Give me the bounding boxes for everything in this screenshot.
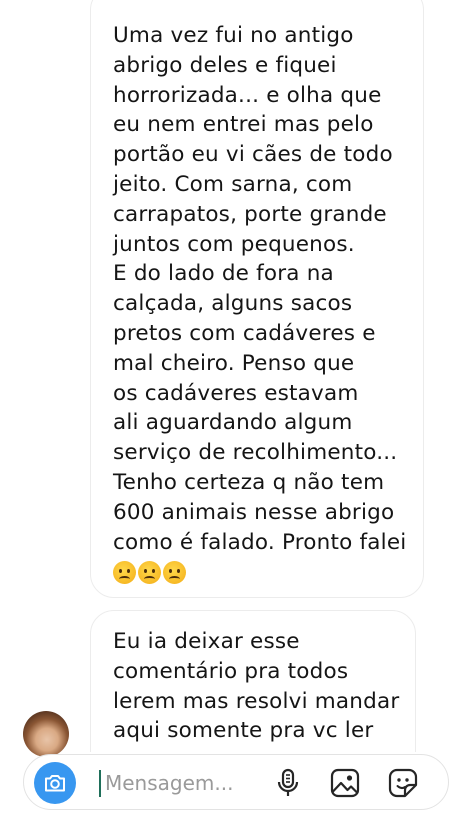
- message-line: horrorizada... e olha que: [113, 82, 382, 108]
- message-bubble[interactable]: Uma vez fui no antigo abrigo deles e fiq…: [90, 0, 424, 598]
- message-thread[interactable]: Uma vez fui no antigo abrigo deles e fiq…: [0, 0, 472, 752]
- message-line: juntos com pequenos.: [113, 231, 355, 257]
- emoji-row: [113, 561, 423, 585]
- message-line: mal cheiro. Penso que: [113, 350, 355, 376]
- message-line: lerem mas resolvi mandar: [113, 688, 400, 714]
- message-line: jeito. Com sarna, com: [113, 171, 353, 197]
- sticker-icon: [388, 768, 418, 798]
- message-line: abrigo deles e fiquei: [113, 52, 337, 78]
- message-line: os cadáveres estavam: [113, 380, 359, 406]
- message-line: Tenho certeza q não tem: [113, 469, 385, 495]
- message-line: Uma vez fui no antigo: [113, 23, 354, 48]
- microphone-icon: [277, 768, 299, 796]
- message-line: eu nem entrei mas pelo: [113, 112, 374, 138]
- gallery-icon: [330, 768, 360, 798]
- message-line: pretos com cadáveres e: [113, 320, 376, 346]
- frowning-face-icon: [138, 561, 161, 585]
- message-line: serviço de recolhimento...: [113, 440, 398, 466]
- frowning-face-icon: [113, 561, 136, 585]
- message-line: como é falado. Pronto falei: [113, 529, 407, 555]
- message-line: calçada, alguns sacos: [113, 291, 353, 317]
- message-line: Eu ia deixar esse: [113, 629, 300, 654]
- message-line: carrapatos, porte grande: [113, 201, 387, 227]
- message-line: aqui somente pra vc ler: [113, 718, 374, 744]
- camera-icon: [45, 775, 65, 792]
- sticker-button[interactable]: [387, 767, 419, 799]
- message-composer: [23, 754, 449, 810]
- sender-avatar[interactable]: [23, 711, 69, 757]
- frowning-face-icon: [163, 561, 186, 585]
- message-line: ali aguardando algum: [113, 410, 353, 436]
- gallery-button[interactable]: [329, 767, 361, 799]
- message-line: E do lado de fora na: [113, 261, 334, 287]
- message-line: comentário pra todos: [113, 658, 349, 684]
- message-bubble[interactable]: Eu ia deixar esse comentário pra todos l…: [90, 610, 416, 752]
- text-cursor: [99, 770, 101, 797]
- message-input[interactable]: [105, 766, 265, 800]
- message-line: portão eu vi cães de todo: [113, 142, 393, 168]
- camera-button[interactable]: [34, 762, 76, 804]
- message-line: 600 animais nesse abrigo: [113, 499, 395, 525]
- microphone-button[interactable]: [272, 767, 304, 799]
